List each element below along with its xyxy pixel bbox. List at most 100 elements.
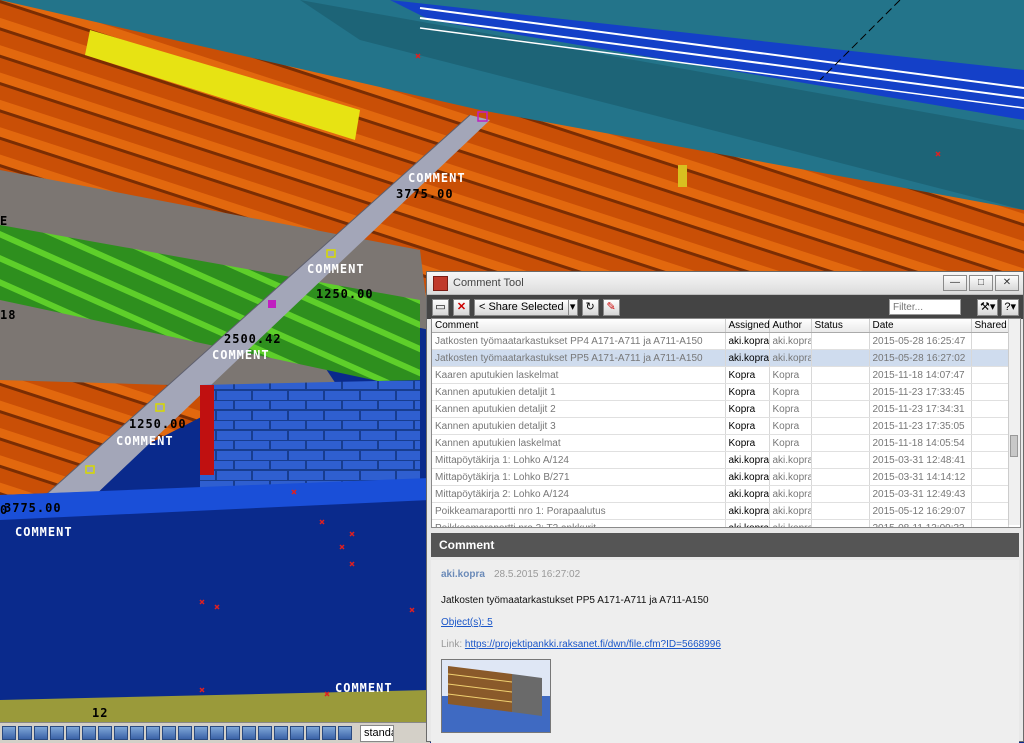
- cell-author: Kopra: [769, 434, 812, 452]
- view-standard-select[interactable]: standa: [360, 724, 394, 742]
- maximize-button[interactable]: □: [969, 275, 993, 291]
- snap-icon[interactable]: [2, 726, 16, 740]
- table-row[interactable]: Jatkosten työmaatarkastukset PP5 A171-A7…: [432, 349, 1009, 367]
- pin-button[interactable]: ✎: [602, 298, 620, 316]
- table-row[interactable]: Mittapöytäkirja 1: Lohko A/124 aki.kopra a…: [432, 451, 1009, 469]
- snap-icon[interactable]: [258, 726, 272, 740]
- column-header-status[interactable]: Status: [811, 319, 870, 333]
- edge-label: 18: [0, 308, 17, 322]
- table-row[interactable]: Kannen aputukien detaljit 1 Kopra Kopra 201…: [432, 383, 1009, 401]
- share-selected-button[interactable]: < Share Selected: [474, 298, 569, 316]
- snap-icon[interactable]: [34, 726, 48, 740]
- close-button[interactable]: ✕: [995, 275, 1019, 291]
- cell-status: [811, 451, 870, 469]
- delete-icon: ✕: [456, 300, 467, 313]
- scrollbar-thumb[interactable]: [1010, 435, 1018, 457]
- cell-shared: [971, 485, 1009, 503]
- new-comment-button[interactable]: ▭: [432, 298, 449, 316]
- comment-label[interactable]: COMMENT: [408, 171, 466, 185]
- comment-icon: ▭: [435, 300, 446, 313]
- cell-comment: Mittapöytäkirja 1: Lohko B/271: [432, 468, 726, 486]
- cell-date: 2015-11-23 17:34:31: [869, 400, 972, 418]
- tools-menu-button[interactable]: ⚒▾: [976, 298, 999, 316]
- snap-icon[interactable]: [210, 726, 224, 740]
- table-row[interactable]: Kannen aputukien detaljit 2 Kopra Kopra 201…: [432, 400, 1009, 418]
- refresh-button[interactable]: ↻: [581, 298, 599, 316]
- cell-status: [811, 519, 870, 527]
- table-row[interactable]: Kaaren aputukien laskelmat Kopra Kopra 2015…: [432, 366, 1009, 384]
- snap-icon[interactable]: [306, 726, 320, 740]
- share-dropdown-button[interactable]: ▾: [567, 298, 578, 316]
- cell-comment: Kannen aputukien detaljit 1: [432, 383, 726, 401]
- share-selected-label: Share Selected: [488, 300, 564, 313]
- snap-icon[interactable]: [338, 726, 352, 740]
- grid-number-label: 12: [92, 706, 109, 720]
- snapshot-thumbnail[interactable]: [441, 659, 551, 733]
- table-row[interactable]: Kannen aputukien detaljit 3 Kopra Kopra 201…: [432, 417, 1009, 435]
- snap-icon[interactable]: [114, 726, 128, 740]
- attachment-link[interactable]: https://projektipankki.raksanet.fi/dwn/f…: [465, 639, 721, 650]
- cell-author: aki.kopra: [769, 502, 812, 520]
- list-scrollbar[interactable]: [1008, 319, 1020, 525]
- table-row[interactable]: Jatkosten työmaatarkastukset PP4 A171-A7…: [432, 332, 1009, 350]
- snap-icon[interactable]: [82, 726, 96, 740]
- dimension-label: 1250.00: [129, 417, 187, 431]
- snap-icon[interactable]: [50, 726, 64, 740]
- snap-icon[interactable]: [130, 726, 144, 740]
- comment-tool-window: Comment Tool — □ ✕ ▭ ✕ < Share Selected …: [426, 271, 1024, 743]
- snap-icon[interactable]: [322, 726, 336, 740]
- cell-comment: Mittapöytäkirja 1: Lohko A/124: [432, 451, 726, 469]
- help-icon: ?▾: [1004, 300, 1016, 313]
- comment-label[interactable]: COMMENT: [116, 434, 174, 448]
- column-header-assigned[interactable]: Assigned: [725, 319, 770, 333]
- snap-icon[interactable]: [194, 726, 208, 740]
- column-header-shared[interactable]: Shared: [971, 319, 1009, 333]
- window-title: Comment Tool: [453, 277, 524, 289]
- column-header-author[interactable]: Author: [769, 319, 812, 333]
- objects-link[interactable]: Object(s): 5: [441, 617, 1009, 628]
- snapshot-image: [442, 660, 550, 732]
- help-menu-button[interactable]: ?▾: [1001, 298, 1019, 316]
- window-titlebar[interactable]: Comment Tool — □ ✕: [427, 272, 1023, 295]
- snap-icon[interactable]: [18, 726, 32, 740]
- comment-label[interactable]: COMMENT: [307, 262, 365, 276]
- filter-input[interactable]: [888, 299, 961, 315]
- comment-label[interactable]: COMMENT: [335, 681, 393, 695]
- table-row[interactable]: Kannen aputukien laskelmat Kopra Kopra 2015…: [432, 434, 1009, 452]
- snap-icon[interactable]: [146, 726, 160, 740]
- comment-author: aki.kopra: [441, 569, 485, 580]
- cell-status: [811, 434, 870, 452]
- chevron-down-icon: ▾: [569, 300, 576, 313]
- cell-author: Kopra: [769, 400, 812, 418]
- pin-icon: ✎: [606, 300, 616, 313]
- cell-shared: [971, 519, 1009, 527]
- dimension-label: 2500.42: [224, 332, 282, 346]
- column-header-comment[interactable]: Comment: [432, 319, 726, 333]
- delete-button[interactable]: ✕: [453, 298, 470, 316]
- snap-icon[interactable]: [178, 726, 192, 740]
- snap-icon[interactable]: [274, 726, 288, 740]
- cell-author: aki.kopra: [769, 485, 812, 503]
- column-header-date[interactable]: Date: [869, 319, 972, 333]
- snap-icon[interactable]: [98, 726, 112, 740]
- comment-label[interactable]: COMMENT: [212, 348, 270, 362]
- cell-date: 2015-05-12 16:29:07: [869, 502, 972, 520]
- table-row[interactable]: Mittapöytäkirja 1: Lohko B/271 aki.kopra a…: [432, 468, 1009, 486]
- cell-comment: Kaaren aputukien laskelmat: [432, 366, 726, 384]
- cell-status: [811, 383, 870, 401]
- cell-shared: [971, 332, 1009, 350]
- cell-comment: Jatkosten työmaatarkastukset PP5 A171-A7…: [432, 349, 726, 367]
- table-row[interactable]: Poikkeamaraportti nro 2: T2 ankkurit aki.…: [432, 519, 1009, 527]
- comment-text: Jatkosten työmaatarkastukset PP5 A171-A7…: [441, 595, 709, 606]
- minimize-button[interactable]: —: [943, 275, 967, 291]
- snap-icon[interactable]: [226, 726, 240, 740]
- snap-icon[interactable]: [162, 726, 176, 740]
- comment-label[interactable]: COMMENT: [15, 525, 73, 539]
- cell-comment: Kannen aputukien detaljit 3: [432, 417, 726, 435]
- snap-icon[interactable]: [242, 726, 256, 740]
- table-row[interactable]: Poikkeamaraportti nro 1: Porapaalutus aki…: [432, 502, 1009, 520]
- snap-icon[interactable]: [290, 726, 304, 740]
- cell-shared: [971, 383, 1009, 401]
- table-row[interactable]: Mittapöytäkirja 2: Lohko A/124 aki.kopra a…: [432, 485, 1009, 503]
- snap-icon[interactable]: [66, 726, 80, 740]
